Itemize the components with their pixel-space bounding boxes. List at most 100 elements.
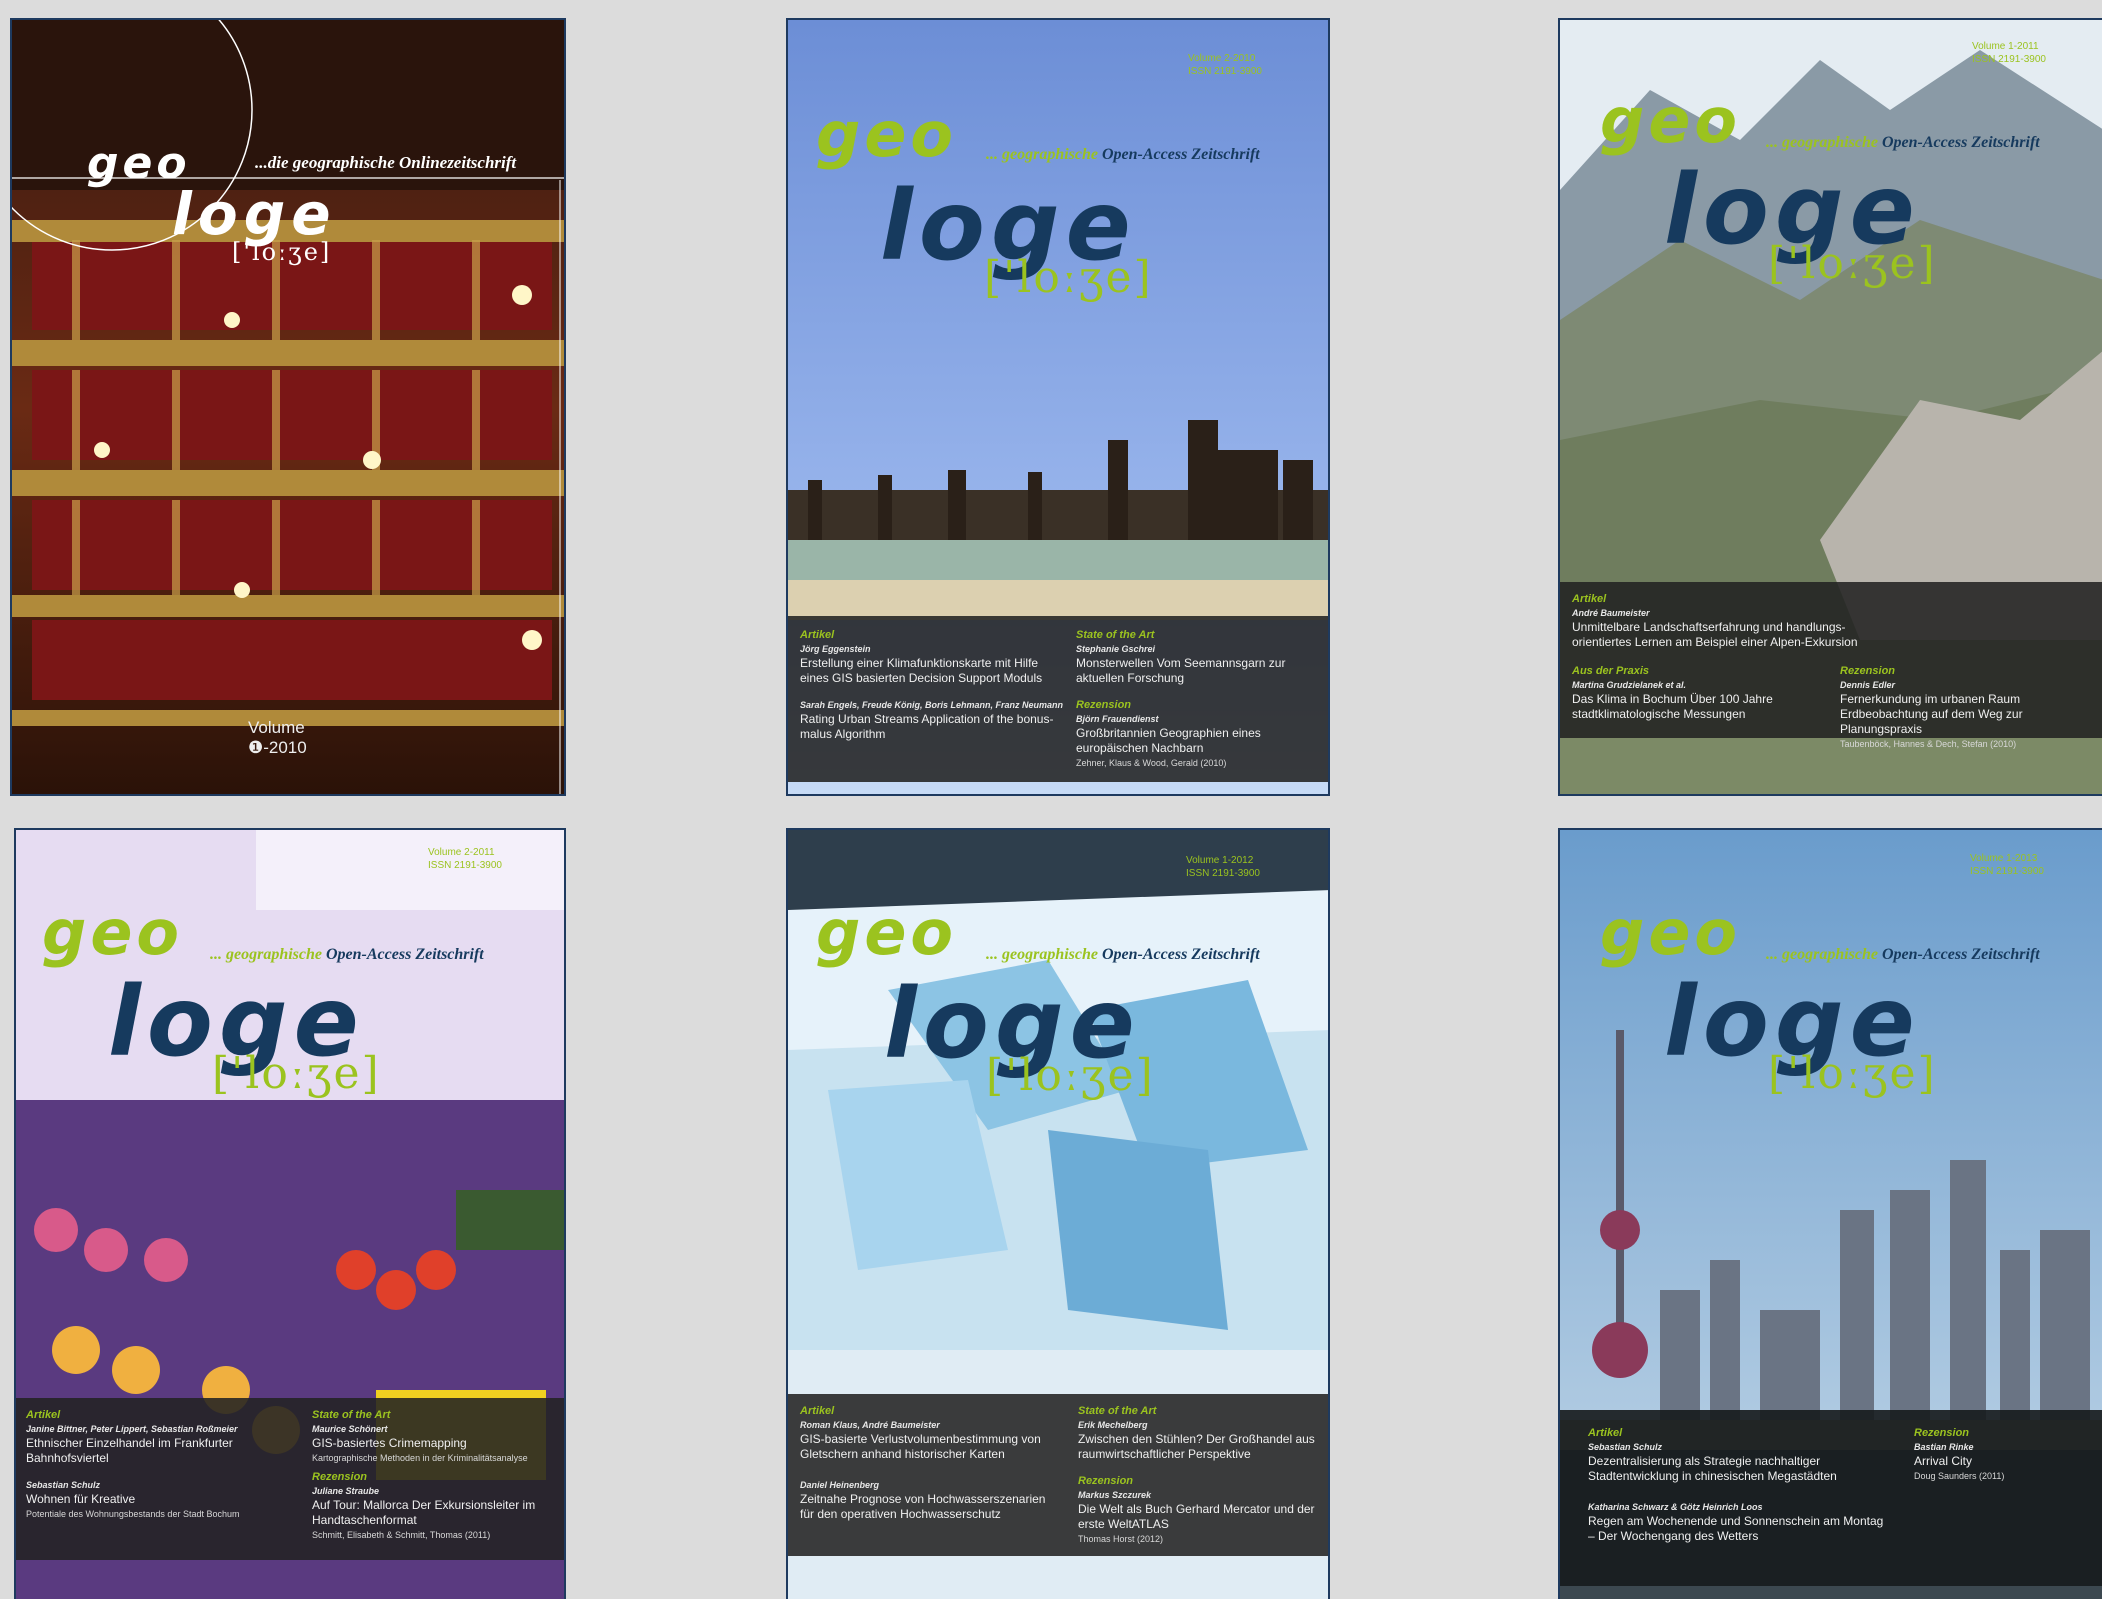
section-heading: Aus der Praxis (1572, 665, 1650, 677)
section-title: Wohnen für Kreative (26, 1492, 136, 1506)
cover-tagline-b: Open-Access Zeitschrift (1102, 146, 1260, 163)
cover-tagline-b: Open-Access Zeitschrift (1882, 946, 2040, 963)
cover-volume-1-2011[interactable]: Volume 1-2011 ISSN 2191-3900 geo ... geo… (1558, 18, 2102, 796)
section-title: Erstellung einer Klimafunktionskarte mit… (800, 656, 1043, 685)
cover-logo-geo: geo (816, 98, 958, 171)
section-heading: Artikel (1572, 593, 1607, 605)
cover-tagline: ... geographische Open-Access Zeitschrif… (986, 946, 1260, 964)
cover-logo-phonetic: ['loːʒe] (1768, 1048, 1937, 1099)
section-author: Roman Klaus, André Baumeister (800, 1420, 940, 1430)
cover-tagline: ...die geographische Onlinezeitschrift (255, 153, 517, 172)
section-author: Stephanie Gschrei (1076, 644, 1156, 654)
cover-section: Rezension Juliane Straube Auf Tour: Mall… (312, 1470, 564, 1542)
cover-section: State of the Art Erik Mechelberg Zwische… (1078, 1404, 1328, 1462)
section-heading: Artikel (1588, 1427, 1623, 1439)
cover-section: Artikel Roman Klaus, André Baumeister GI… (800, 1404, 1060, 1462)
cover-tagline: ... geographische Open-Access Zeitschrif… (210, 946, 484, 964)
cover-issn: ISSN 2191-3900 (1972, 54, 2046, 65)
cover-section: Artikel André Baumeister Unmittelbare La… (1572, 592, 1892, 650)
section-author: Dennis Edler (1840, 680, 1896, 690)
section-title: Arrival City (1914, 1454, 1973, 1468)
cover-logo-geo: geo (1600, 84, 1742, 157)
cover-volume-label: Volume (248, 718, 305, 737)
section-author: Jörg Eggenstein (800, 644, 871, 654)
cover-tagline-a: ... geographische (1766, 134, 1878, 151)
cover-logo-geo: geo (816, 896, 958, 969)
cover-section: Rezension Markus Szczurek Die Welt als B… (1078, 1474, 1328, 1546)
cover-volume-1-2010[interactable]: geo ...die geographische Onlinezeitschri… (10, 18, 566, 796)
cover-tagline: ... geographische Open-Access Zeitschrif… (1766, 134, 2040, 152)
cover-section: Rezension Dennis Edler Fernerkundung im … (1840, 664, 2102, 751)
section-author: Sarah Engels, Freude König, Boris Lehman… (800, 700, 1064, 710)
cover-issn: ISSN 2191-3900 (1188, 66, 1262, 77)
section-citation: Zehner, Klaus & Wood, Gerald (2010) (1076, 758, 1227, 768)
section-title: Auf Tour: Mallorca Der Exkursionsleiter … (312, 1498, 536, 1527)
cover-volume: Volume 2-2010 (1188, 53, 1256, 64)
cover-logo-phonetic: ['loːʒe] (986, 1050, 1155, 1101)
section-heading: Rezension (1076, 699, 1132, 711)
cover-volume-2-2011[interactable]: Volume 2-2011 ISSN 2191-3900 geo ... geo… (14, 828, 566, 1599)
section-title: GIS-basiertes Crimemapping (312, 1436, 467, 1450)
section-heading: Artikel (800, 1405, 835, 1417)
cover-tagline: ... geographische Open-Access Zeitschrif… (986, 146, 1260, 164)
cover-section: Rezension Björn Frauendienst Großbritann… (1076, 698, 1326, 770)
cover-logo-phonetic: ['loːʒe] (984, 252, 1153, 303)
section-author: André Baumeister (1572, 608, 1650, 618)
cover-issn: ISSN 2191-3900 (428, 860, 502, 871)
cover-section: Artikel Sebastian Schulz Dezentralisieru… (1588, 1426, 1868, 1484)
cover-tagline-a: ... geographische (210, 946, 322, 963)
cover-volume-number: ❶-2010 (248, 738, 307, 757)
cover-tagline-b: Open-Access Zeitschrift (326, 946, 484, 963)
section-heading: Artikel (26, 1409, 61, 1421)
section-heading: Rezension (1914, 1427, 1970, 1439)
section-heading: State of the Art (1078, 1405, 1157, 1417)
cover-tagline: ... geographische Open-Access Zeitschrif… (1766, 946, 2040, 964)
section-citation: Doug Saunders (2011) (1914, 1471, 2005, 1481)
section-author: Maurice Schönert (312, 1424, 388, 1434)
cover-logo-geo: geo (42, 896, 184, 969)
section-citation: Thomas Horst (2012) (1078, 1534, 1164, 1544)
section-title: GIS-basierte Verlustvolumenbestimmung vo… (800, 1432, 1041, 1461)
section-author: Martina Grudzielanek et al. (1572, 680, 1687, 690)
cover-logo-geo: geo (1600, 896, 1742, 969)
section-author: Erik Mechelberg (1078, 1420, 1148, 1430)
section-title: Dezentralisierung als Strategie nachhalt… (1588, 1454, 1837, 1483)
section-title: Ethnischer Einzelhandel im Frankfurter B… (26, 1436, 233, 1465)
cover-contents-panel: Artikel Sebastian Schulz Dezentralisieru… (1560, 1410, 2102, 1586)
cover-volume: Volume 2-2011 (428, 847, 495, 858)
section-heading: Rezension (1840, 665, 1896, 677)
section-heading: State of the Art (1076, 629, 1155, 641)
cover-section: Sebastian Schulz Wohnen für Kreative Pot… (26, 1478, 296, 1521)
section-title: Das Klima in Bochum Über 100 Jahre stadt… (1572, 692, 1773, 721)
section-heading: State of the Art (312, 1409, 391, 1421)
section-title: Die Welt als Buch Gerhard Mercator und d… (1078, 1502, 1315, 1531)
cover-volume: Volume 1-2011 (1972, 41, 2039, 52)
section-title: Zwischen den Stühlen? Der Großhandel aus… (1078, 1432, 1315, 1461)
cover-contents-panel: Artikel Janine Bittner, Peter Lippert, S… (16, 1398, 564, 1560)
cover-logo-phonetic: ['loːʒe] (212, 1048, 381, 1099)
cover-tagline-a: ... geographische (986, 146, 1098, 163)
section-heading: Rezension (1078, 1475, 1134, 1487)
cover-section: Daniel Heinenberg Zeitnahe Prognose von … (800, 1478, 1060, 1522)
cover-volume: Volume 1-2013 (1970, 853, 2038, 864)
cover-volume-1-2012[interactable]: Volume 1-2012 ISSN 2191-3900 geo ... geo… (786, 828, 1330, 1599)
section-citation: Potentiale des Wohnungsbestands der Stad… (26, 1509, 240, 1519)
section-author: Sebastian Schulz (1588, 1442, 1663, 1452)
cover-logo-phonetic: ['loːʒe] (1768, 238, 1937, 289)
section-title: Unmittelbare Landschaftserfahrung und ha… (1572, 620, 1858, 649)
section-author: Björn Frauendienst (1076, 714, 1159, 724)
cover-section: State of the Art Stephanie Gschrei Monst… (1076, 628, 1326, 686)
cover-volume-2-2010[interactable]: Volume 2-2010 ISSN 2191-3900 geo ... geo… (786, 18, 1330, 796)
section-author: Bastian Rinke (1914, 1442, 1974, 1452)
cover-volume-1-2013[interactable]: Volume 1-2013 ISSN 2191-3900 geo ... geo… (1558, 828, 2102, 1599)
cover-section: Artikel Jörg Eggenstein Erstellung einer… (800, 628, 1060, 686)
cover-section: Sarah Engels, Freude König, Boris Lehman… (800, 698, 1080, 742)
section-heading: Artikel (800, 629, 835, 641)
cover-contents-panel: Artikel Roman Klaus, André Baumeister GI… (788, 1394, 1328, 1556)
cover-tagline-a: ... geographische (986, 946, 1098, 963)
section-author: Katharina Schwarz & Götz Heinrich Loos (1588, 1502, 1763, 1512)
section-author: Sebastian Schulz (26, 1480, 101, 1490)
cover-issn: ISSN 2191-3900 (1970, 866, 2044, 877)
cover-tagline-a: ... geographische (1766, 946, 1878, 963)
cover-contents-panel: Artikel Jörg Eggenstein Erstellung einer… (788, 616, 1328, 782)
